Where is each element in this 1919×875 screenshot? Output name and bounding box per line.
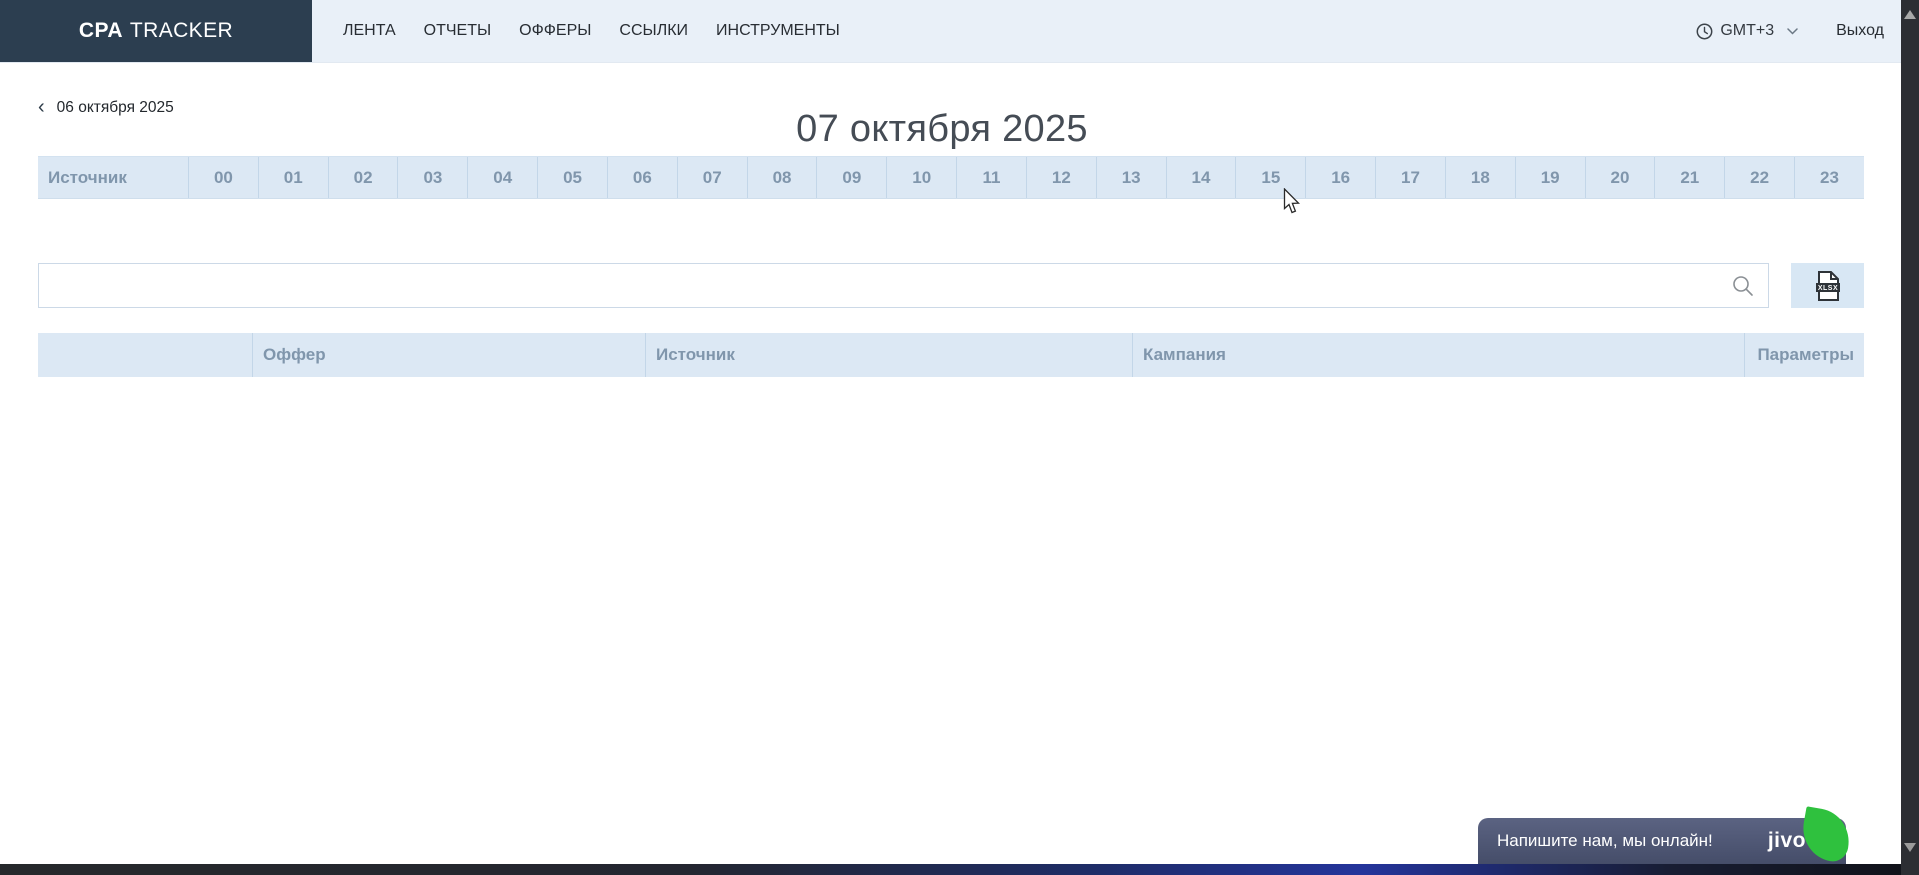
column-header-params: Параметры bbox=[1744, 333, 1864, 377]
nav-menu-item[interactable]: ЛЕНТА bbox=[343, 22, 396, 40]
brand-logo[interactable]: CPA TRACKER bbox=[0, 0, 312, 62]
hour-column-header: 09 bbox=[816, 157, 886, 198]
search-row: XLSX bbox=[38, 263, 1864, 308]
hour-column-header: 14 bbox=[1166, 157, 1236, 198]
hour-column-header: 10 bbox=[886, 157, 956, 198]
scroll-up-arrow-icon[interactable] bbox=[1904, 10, 1916, 19]
hour-column-header: 16 bbox=[1305, 157, 1375, 198]
top-navbar: CPA TRACKER ЛЕНТА ОТЧЕТЫ ОФФЕРЫ ССЫЛКИ И… bbox=[0, 0, 1919, 63]
hour-column-header: 18 bbox=[1445, 157, 1515, 198]
chevron-down-icon bbox=[1787, 28, 1798, 35]
xlsx-file-icon: XLSX bbox=[1815, 270, 1841, 302]
hour-column-header: 03 bbox=[397, 157, 467, 198]
hour-column-header: 02 bbox=[328, 157, 398, 198]
hour-column-header: 20 bbox=[1585, 157, 1655, 198]
data-table-header: Оффер Источник Кампания Параметры bbox=[38, 333, 1864, 377]
hour-column-header: 11 bbox=[956, 157, 1026, 198]
hour-column-header: 13 bbox=[1096, 157, 1166, 198]
column-header-empty bbox=[38, 333, 252, 377]
hour-column-header: 06 bbox=[607, 157, 677, 198]
brand-logo-light: TRACKER bbox=[130, 19, 233, 43]
hour-column-header: 12 bbox=[1026, 157, 1096, 198]
navbar-right: GMT+3 Выход bbox=[1696, 0, 1884, 62]
hour-column-header: 21 bbox=[1654, 157, 1724, 198]
hour-column-header: 08 bbox=[747, 157, 817, 198]
timezone-label: GMT+3 bbox=[1720, 22, 1774, 40]
nav-menu-item[interactable]: ОТЧЕТЫ bbox=[424, 22, 492, 40]
column-header-offer: Оффер bbox=[252, 333, 645, 377]
main-nav: ЛЕНТА ОТЧЕТЫ ОФФЕРЫ ССЫЛКИ ИНСТРУМЕНТЫ bbox=[343, 0, 840, 62]
hour-column-header: 19 bbox=[1515, 157, 1585, 198]
chat-widget[interactable]: Напишите нам, мы онлайн! jivo bbox=[1478, 818, 1846, 864]
hour-column-header: 05 bbox=[537, 157, 607, 198]
hours-header-row: Источник 00 01 02 03 04 05 06 07 08 09 1… bbox=[38, 156, 1864, 199]
export-xlsx-button[interactable]: XLSX bbox=[1791, 263, 1864, 308]
column-header-source: Источник bbox=[645, 333, 1132, 377]
vertical-scrollbar[interactable] bbox=[1901, 0, 1919, 875]
search-box bbox=[38, 263, 1769, 308]
nav-menu-item[interactable]: ОФФЕРЫ bbox=[519, 22, 591, 40]
nav-menu-item[interactable]: ССЫЛКИ bbox=[619, 22, 688, 40]
search-input[interactable] bbox=[39, 264, 1768, 307]
scroll-down-arrow-icon[interactable] bbox=[1904, 843, 1916, 852]
column-header-campaign: Кампания bbox=[1132, 333, 1744, 377]
hour-column-header: 07 bbox=[677, 157, 747, 198]
nav-menu-item[interactable]: ИНСТРУМЕНТЫ bbox=[716, 22, 840, 40]
chat-leaf-icon bbox=[1798, 806, 1854, 864]
hour-column-header: 22 bbox=[1724, 157, 1794, 198]
source-column-header: Источник bbox=[38, 157, 188, 198]
hour-column-header: 00 bbox=[188, 157, 258, 198]
bottom-banner-strip bbox=[0, 864, 1919, 875]
hour-column-header: 15 bbox=[1235, 157, 1305, 198]
brand-logo-bold: CPA bbox=[79, 19, 123, 43]
logout-link[interactable]: Выход bbox=[1836, 22, 1884, 40]
timezone-selector[interactable]: GMT+3 bbox=[1696, 22, 1798, 40]
hour-column-header: 23 bbox=[1794, 157, 1864, 198]
xlsx-icon-label: XLSX bbox=[1817, 285, 1837, 292]
hour-column-header: 17 bbox=[1375, 157, 1445, 198]
hour-column-header: 01 bbox=[258, 157, 328, 198]
chat-brand-logo: jivo bbox=[1768, 829, 1806, 853]
clock-icon bbox=[1696, 23, 1713, 40]
hour-column-header: 04 bbox=[467, 157, 537, 198]
chat-message: Напишите нам, мы онлайн! bbox=[1497, 831, 1713, 851]
search-icon[interactable] bbox=[1731, 274, 1755, 298]
page-title: 07 октября 2025 bbox=[20, 108, 1864, 151]
